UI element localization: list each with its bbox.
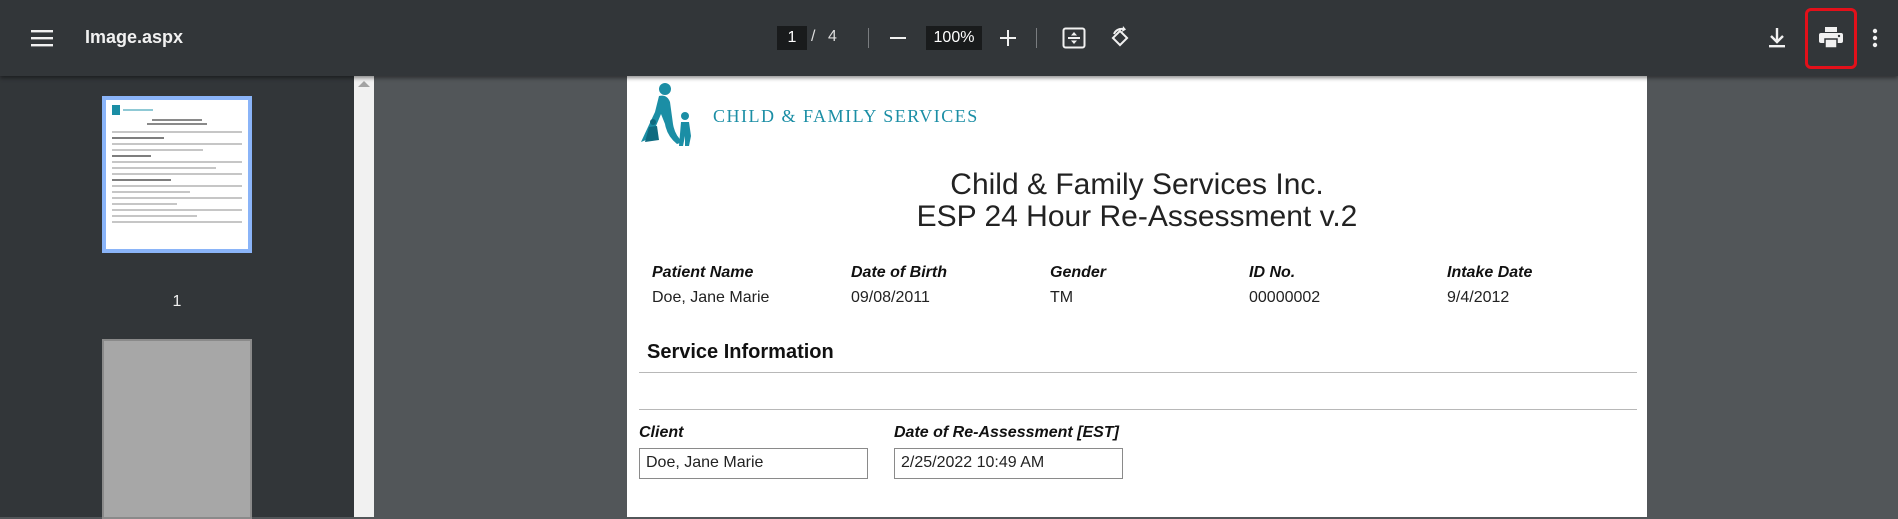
form-title: ESP 24 Hour Re-Assessment v.2 [916,200,1358,233]
menu-icon [31,30,53,47]
print-button[interactable] [1813,23,1849,53]
zoom-level-input[interactable]: 100% [926,26,982,50]
zoom-out-button[interactable] [884,24,912,52]
date-of-birth-label: Date of Birth [851,264,947,281]
logo-text: CHILD & FAMILY SERVICES [713,106,979,126]
fit-page-icon [1062,27,1086,49]
page-total: 4 [828,28,837,45]
thumbnail-logo [112,105,242,115]
intake-date-label: Intake Date [1447,264,1533,281]
client-label: Client [639,424,684,441]
client-field[interactable]: Doe, Jane Marie [639,448,868,479]
rotate-button[interactable] [1106,24,1134,52]
date-of-birth-value: 09/08/2011 [851,289,930,306]
download-icon [1769,28,1785,48]
thumbnail-sidebar: 1 [0,76,354,519]
reassessment-date-field[interactable]: 2/25/2022 10:49 AM [894,448,1123,479]
scroll-up-arrow-icon[interactable] [358,81,370,87]
id-number-label: ID No. [1249,264,1296,281]
sidebar-scrollbar[interactable] [354,76,374,517]
zoom-in-icon [1000,30,1016,46]
section-title: Service Information [647,341,834,363]
id-number-value: 00000002 [1249,289,1321,306]
organization-title: Child & Family Services Inc. [950,168,1324,201]
more-options-button[interactable] [1866,24,1884,52]
patient-name-label: Patient Name [652,264,754,281]
gender-label: Gender [1050,264,1107,281]
pdf-toolbar: Image.aspx 1 / 4 100% [0,0,1898,76]
intake-date-value: 9/4/2012 [1447,289,1510,306]
toolbar-divider [868,28,869,48]
menu-button[interactable] [24,22,60,54]
gender-value: TM [1050,289,1074,306]
zoom-in-button[interactable] [994,24,1022,52]
toolbar-divider [1036,28,1037,48]
child-family-logo-icon [641,83,691,146]
thumbnail-page-label: 1 [172,293,182,310]
page-thumbnail-2[interactable] [102,339,252,519]
page-thumbnail-1[interactable] [102,96,252,253]
reassessment-date-label: Date of Re-Assessment [EST] [894,424,1119,441]
patient-name-value: Doe, Jane Marie [652,289,770,306]
page-separator: / [811,28,816,45]
page-number-input[interactable]: 1 [777,26,807,50]
fit-page-button[interactable] [1060,24,1088,52]
more-options-icon [1872,28,1878,48]
zoom-out-icon [890,37,906,39]
document-page: CHILD & FAMILY SERVICES Child & Family S… [627,76,1647,517]
print-icon [1819,27,1843,49]
section-divider [639,409,1637,410]
document-title: Image.aspx [85,27,184,47]
download-button[interactable] [1763,24,1791,52]
rotate-icon [1111,26,1129,47]
section-divider [639,372,1637,373]
